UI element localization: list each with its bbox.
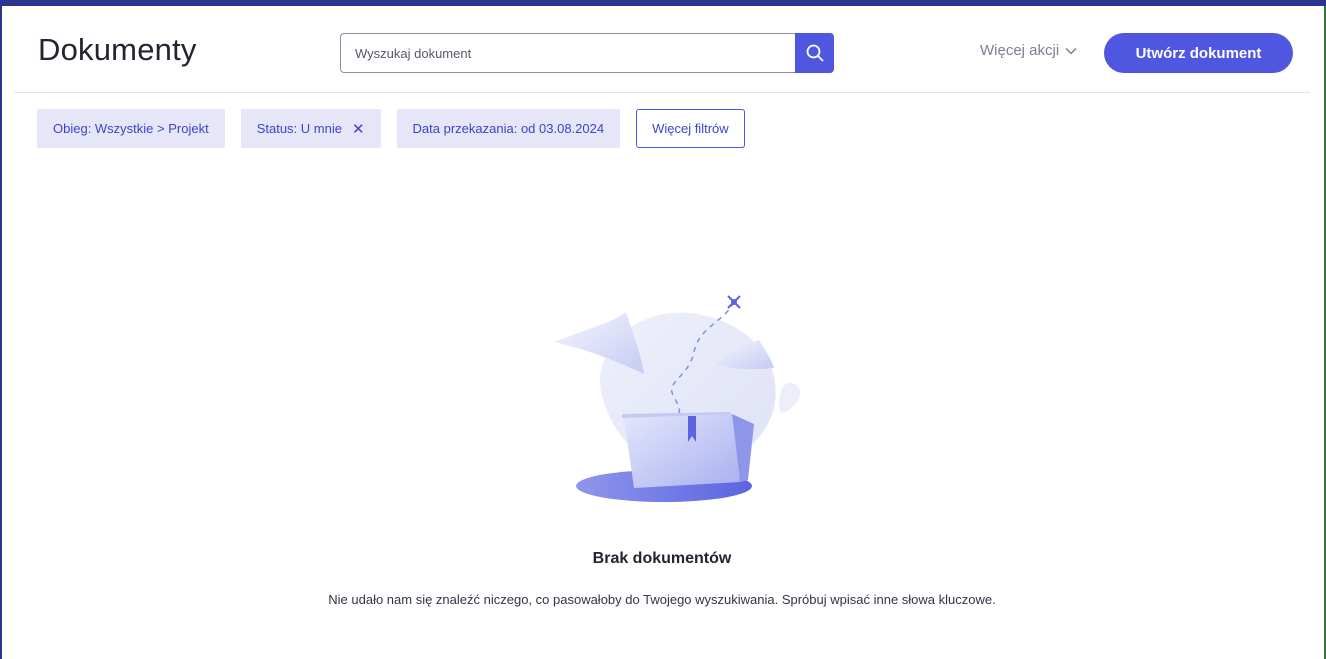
search-icon <box>806 44 823 62</box>
close-icon[interactable]: ✕ <box>352 120 365 138</box>
page-header: Dokumenty Więcej akcji Utwórz dokument <box>14 6 1310 93</box>
more-actions-label: Więcej akcji <box>980 42 1060 59</box>
filter-bar: Obieg: Wszystkie > Projekt Status: U mni… <box>37 109 745 148</box>
search-bar <box>340 33 834 73</box>
more-filters-button[interactable]: Więcej filtrów <box>636 109 745 148</box>
search-input[interactable] <box>340 33 795 73</box>
empty-folder-illustration <box>554 295 801 502</box>
empty-state-message: Nie udało nam się znaleźć niczego, co pa… <box>328 592 996 607</box>
empty-state-title: Brak dokumentów <box>592 550 732 567</box>
chevron-down-icon <box>1065 47 1077 55</box>
filter-chip-workflow[interactable]: Obieg: Wszystkie > Projekt <box>37 109 225 148</box>
filter-chip-status[interactable]: Status: U mnie ✕ <box>240 109 381 148</box>
filter-chip-label: Obieg: Wszystkie > Projekt <box>53 121 209 136</box>
documents-page: Dokumenty Więcej akcji Utwórz dokument O… <box>14 6 1310 659</box>
create-document-button[interactable]: Utwórz dokument <box>1104 33 1293 73</box>
search-button[interactable] <box>795 33 834 73</box>
filter-chip-label: Status: U mnie <box>256 121 342 136</box>
filter-chip-transfer-date[interactable]: Data przekazania: od 03.08.2024 <box>396 109 621 148</box>
more-actions-menu[interactable]: Więcej akcji <box>980 42 1077 59</box>
window-left-edge <box>0 6 2 659</box>
filter-chip-label: Data przekazania: od 03.08.2024 <box>412 121 605 136</box>
page-title: Dokumenty <box>38 32 197 67</box>
